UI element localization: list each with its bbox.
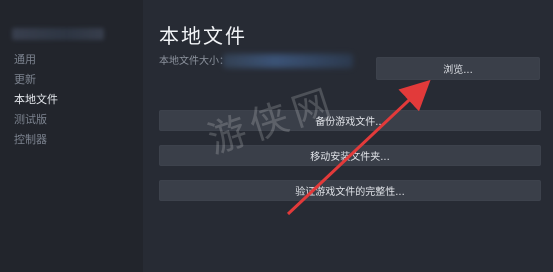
page-title: 本地文件 — [159, 24, 247, 48]
backup-game-files-button[interactable]: 备份游戏文件... — [159, 110, 541, 131]
sidebar-item-general[interactable]: 通用 — [14, 50, 58, 70]
sidebar-nav: 通用 更新 本地文件 测试版 控制器 — [14, 50, 58, 150]
blurred-game-title — [12, 28, 104, 40]
sidebar-item-betas[interactable]: 测试版 — [14, 110, 58, 130]
sidebar-item-updates[interactable]: 更新 — [14, 70, 58, 90]
browse-button[interactable]: 浏览... — [376, 57, 540, 80]
sidebar-item-local-files[interactable]: 本地文件 — [14, 90, 58, 110]
sidebar-item-controller[interactable]: 控制器 — [14, 130, 58, 150]
local-files-size-label: 本地文件大小： — [159, 56, 229, 67]
sidebar: 通用 更新 本地文件 测试版 控制器 — [0, 0, 143, 272]
main-panel: 本地文件 本地文件大小： 浏览... 备份游戏文件... 移动安装文件夹... … — [143, 0, 553, 272]
move-install-folder-button[interactable]: 移动安装文件夹... — [159, 145, 541, 166]
blurred-size-value — [223, 54, 353, 68]
verify-game-files-button[interactable]: 验证游戏文件的完整性... — [159, 180, 541, 201]
